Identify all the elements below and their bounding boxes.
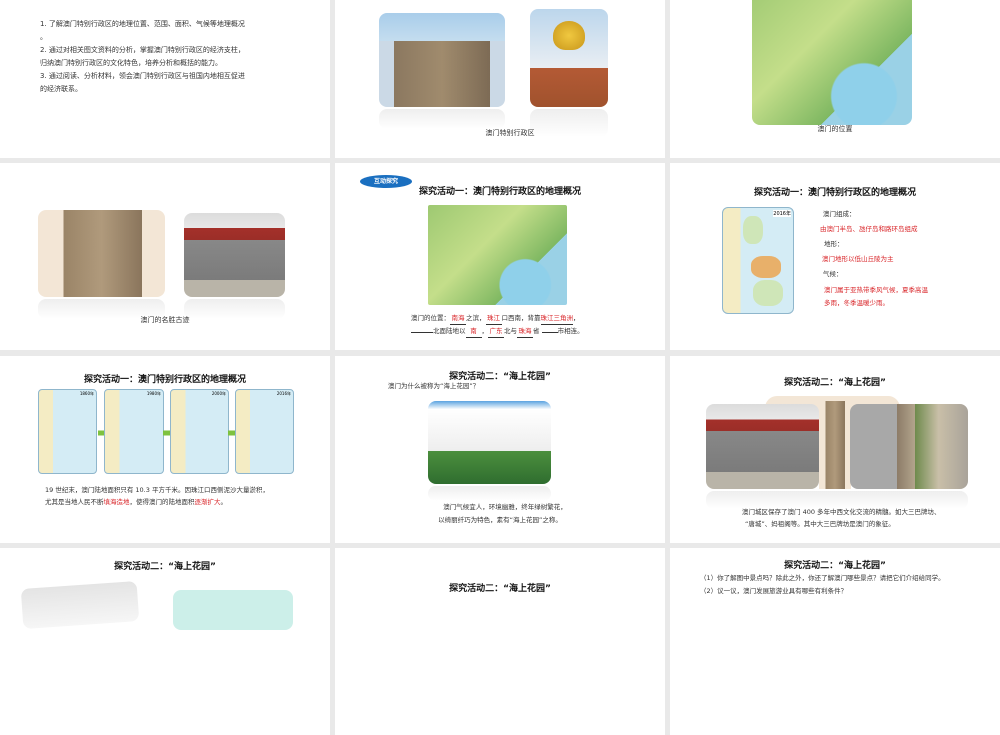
location-map [428,205,567,305]
slide-thumbnail-9[interactable]: 探究活动二：“海上花园” 澳门城区保存了澳门 400 多年中西文化交流的精髓。如… [670,356,1000,543]
objective-line: 2. 通过对相关图文资料的分析，掌握澳门特别行政区的经济支柱， [40,46,245,54]
slide-title: 探究活动二：“海上花园” [449,584,551,594]
slide-thumbnail-3[interactable]: 澳门的位置 [670,0,1000,158]
composition-label: 澳门组成： [823,210,856,218]
description-text: 澳门城区保存了澳门 400 多年中西文化交流的精髓。如大三巴牌坊、 “唐城”、妈… [742,508,941,528]
climate-text: 澳门属于亚热带季风气候，夏季高温 [824,286,928,294]
slide-caption: 澳门的名胜古迹 [140,316,190,324]
slide-thumbnail-5[interactable]: 互动探究 探究活动一：澳门特别行政区的地理概况 澳门的位置： 南海 之滨， 珠江 口西南… [335,163,665,350]
slide-thumbnail-11[interactable]: 探究活动二：“海上花园” [335,548,665,735]
slide-thumbnail-10[interactable]: 探究活动二：“海上花园” [0,548,330,735]
slide-caption: 澳门的位置 [817,125,853,133]
slide-caption: 澳门特别行政区 [485,129,535,137]
objective-line: 的经济联系。 [40,85,82,93]
slide-thumbnail-12[interactable]: 探究活动二：“海上花园” （1）你了解图中景点吗？除此之外，你还了解澳门哪些景点… [670,548,1000,735]
slide-thumbnail-1[interactable]: 1. 了解澳门特别行政区的地理位置、范围、面积、气候等地理概况 。 2. 通过对… [0,0,330,158]
terrain-text: 澳门地形以低山丘陵为主 [822,255,894,263]
slide-thumbnail-2[interactable]: 澳门特别行政区 [335,0,665,158]
description-text: 以绮丽纤巧为特色，素有“海上花园”之称。 [438,516,562,524]
question-text: （2）议一议，澳门发展旅游业具有哪些有利条件？ [700,587,848,595]
land-reclamation-text: 19 世纪末，澳门陆地面积只有 10.3 平方千米。因珠江口西侧泥沙大量淤积， … [45,486,269,506]
tang-city-photo [706,404,819,489]
slide-title: 探究活动一：澳门特别行政区的地理概况 [418,187,581,197]
description-text: 澳门气候宜人，环境幽雅，终年绿树繁花， [443,503,567,511]
macau-map-2000: 2000年 [170,389,229,474]
composition-text: 由澳门半岛、氹仔岛和路环岛组成 [820,225,918,233]
slide-title: 探究活动二：“海上花园” [784,561,886,571]
objectives-text: 1. 了解澳门特别行政区的地理位置、范围、面积、气候等地理概况 。 2. 通过对… [40,18,300,96]
location-fill-in: 澳门的位置： 南海 之滨， 珠江 口西南，背靠珠江三角洲， 北面陆地以南，广东 北与 珠海省… [411,312,584,338]
question-text: 澳门为什么被称为“海上花园”？ [388,382,480,390]
slide-title: 探究活动二：“海上花园” [784,378,886,388]
pearl-river-delta-map [752,0,912,125]
macau-map-1980: 1980年 [104,389,164,474]
slide-title: 探究活动二：“海上花园” [449,372,551,382]
objective-line: 。 [40,33,47,41]
photo-reflection [379,109,505,129]
slide-thumbnail-4[interactable]: 澳门的名胜古迹 [0,163,330,350]
photo-reflection [428,486,551,501]
macau-map: 2016年 [722,207,794,314]
slide-thumbnail-6[interactable]: 探究活动一：澳门特别行政区的地理概况 2016年 澳门组成： 由澳门半岛、氹仔岛… [670,163,1000,350]
photo-frame [173,590,293,630]
climate-text: 多雨，冬季温暖少雨。 [824,299,889,307]
macau-map-2016: 2016年 [235,389,294,474]
slide-title: 探究活动一：澳门特别行政区的地理概况 [83,375,246,385]
slide-thumbnail-7[interactable]: 探究活动一：澳门特别行政区的地理概况 1860年 1980年 2000年 201… [0,356,330,543]
climate-label: 气候： [823,270,843,278]
macau-map-1860: 1860年 [38,389,97,474]
slide-title: 探究活动二：“海上花园” [114,562,216,572]
terrain-label: 地形： [824,240,844,248]
question-text: （1）你了解图中景点吗？除此之外，你还了解澳门哪些景点？请把它们介绍给同学。 [700,574,945,582]
map-year-label: 2016年 [773,210,791,217]
photo-frame [20,581,140,629]
ruins-of-st-paul-photo [819,401,851,489]
garden-building-photo [428,401,551,484]
tang-city-gate-photo [184,213,285,297]
slide-thumbnail-8[interactable]: 探究活动二：“海上花园” 澳门为什么被称为“海上花园”？ 澳门气候宜人，环境幽雅… [335,356,665,543]
objective-line: 1. 了解澳门特别行政区的地理位置、范围、面积、气候等地理概况 [40,20,245,28]
objective-line: 归纳澳门特别行政区的文化特色，培养分析和概括的能力。 [40,59,222,67]
objective-line: 3. 通过阅读、分析材料，领会澳门特别行政区与祖国内地相互促进 [40,72,245,80]
ruins-of-st-paul-photo [379,13,505,107]
ruins-of-st-paul-photo [38,210,165,297]
slide-title: 探究活动一：澳门特别行政区的地理概况 [753,188,916,198]
golden-lotus-photo [530,9,608,107]
a-ma-temple-photo [850,404,968,489]
